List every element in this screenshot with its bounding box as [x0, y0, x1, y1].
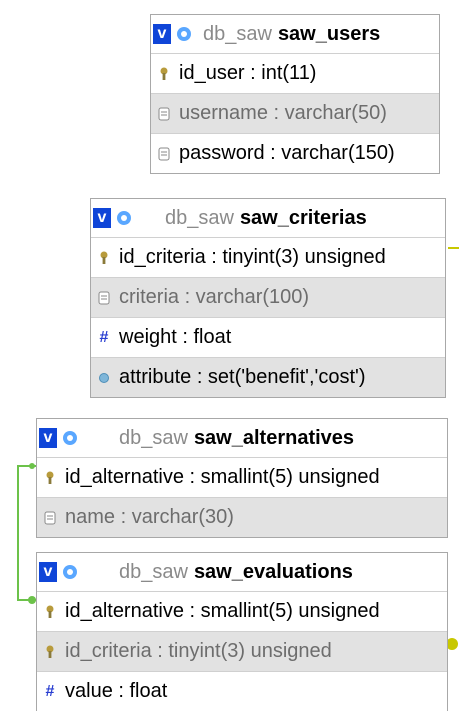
- text-field-icon: [97, 291, 111, 305]
- key-icon: [43, 605, 57, 619]
- key-icon: [97, 251, 111, 265]
- table-name: saw_users: [277, 22, 381, 45]
- table-header[interactable]: v db_saw saw_evaluations: [37, 553, 447, 591]
- toggle-columns-button[interactable]: v: [39, 562, 57, 582]
- column-row[interactable]: id_user : int(11): [151, 53, 439, 93]
- toggle-columns-button[interactable]: v: [153, 24, 171, 44]
- column-label: criteria : varchar(100): [119, 286, 310, 308]
- column-row[interactable]: id_criteria : tinyint(3) unsigned: [37, 631, 447, 671]
- column-label: username : varchar(50): [179, 102, 387, 124]
- column-label: attribute : set('benefit','cost'): [119, 366, 366, 388]
- table-header[interactable]: v db_saw saw_users: [151, 15, 439, 53]
- column-label: id_criteria : tinyint(3) unsigned: [119, 246, 386, 268]
- database-name: db_saw: [119, 426, 188, 449]
- column-row[interactable]: id_alternative : smallint(5) unsigned: [37, 457, 447, 497]
- column-label: value : float: [65, 680, 168, 702]
- column-row[interactable]: password : varchar(150): [151, 133, 439, 173]
- column-row[interactable]: criteria : varchar(100): [91, 277, 445, 317]
- gear-icon[interactable]: [59, 561, 81, 583]
- key-icon: [43, 645, 57, 659]
- column-row[interactable]: # value : float: [37, 671, 447, 711]
- column-row[interactable]: name : varchar(30): [37, 497, 447, 537]
- column-row[interactable]: username : varchar(50): [151, 93, 439, 133]
- numeric-field-icon: #: [45, 682, 55, 700]
- key-icon: [43, 471, 57, 485]
- column-label: id_alternative : smallint(5) unsigned: [65, 600, 380, 622]
- text-field-icon: [157, 147, 171, 161]
- table-saw-evaluations[interactable]: v db_saw saw_evaluations id_alternative …: [36, 552, 448, 711]
- gear-icon[interactable]: [113, 207, 135, 229]
- set-field-icon: [97, 371, 111, 385]
- key-icon: [157, 67, 171, 81]
- column-label: name : varchar(30): [65, 506, 234, 528]
- column-label: id_user : int(11): [179, 62, 317, 84]
- text-field-icon: [157, 107, 171, 121]
- column-label: weight : float: [119, 326, 232, 348]
- table-name: saw_alternatives: [193, 426, 355, 449]
- numeric-field-icon: #: [99, 328, 109, 346]
- column-row[interactable]: id_alternative : smallint(5) unsigned: [37, 591, 447, 631]
- gear-icon[interactable]: [173, 23, 195, 45]
- toggle-columns-button[interactable]: v: [93, 208, 111, 228]
- database-name: db_saw: [119, 560, 188, 583]
- relation-end-dot: [29, 463, 35, 469]
- text-field-icon: [43, 511, 57, 525]
- table-saw-criterias[interactable]: v db_saw saw_criterias id_criteria : tin…: [90, 198, 446, 398]
- table-name: saw_criterias: [239, 206, 367, 229]
- table-header[interactable]: v db_saw saw_criterias: [91, 199, 445, 237]
- table-saw-alternatives[interactable]: v db_saw saw_alternatives id_alternative…: [36, 418, 448, 538]
- table-saw-users[interactable]: v db_saw saw_users id_user : int(11) use…: [150, 14, 440, 174]
- relation-start-dot: [28, 596, 36, 604]
- toggle-columns-button[interactable]: v: [39, 428, 57, 448]
- database-name: db_saw: [165, 206, 234, 229]
- column-row[interactable]: id_criteria : tinyint(3) unsigned: [91, 237, 445, 277]
- database-name: db_saw: [203, 22, 272, 45]
- table-header[interactable]: v db_saw saw_alternatives: [37, 419, 447, 457]
- column-row[interactable]: # weight : float: [91, 317, 445, 357]
- relation-alternatives-evaluations: [17, 465, 36, 601]
- column-row[interactable]: attribute : set('benefit','cost'): [91, 357, 445, 397]
- column-label: id_alternative : smallint(5) unsigned: [65, 466, 380, 488]
- gear-icon[interactable]: [59, 427, 81, 449]
- table-name: saw_evaluations: [193, 560, 353, 583]
- column-label: password : varchar(150): [179, 142, 395, 164]
- column-label: id_criteria : tinyint(3) unsigned: [65, 640, 332, 662]
